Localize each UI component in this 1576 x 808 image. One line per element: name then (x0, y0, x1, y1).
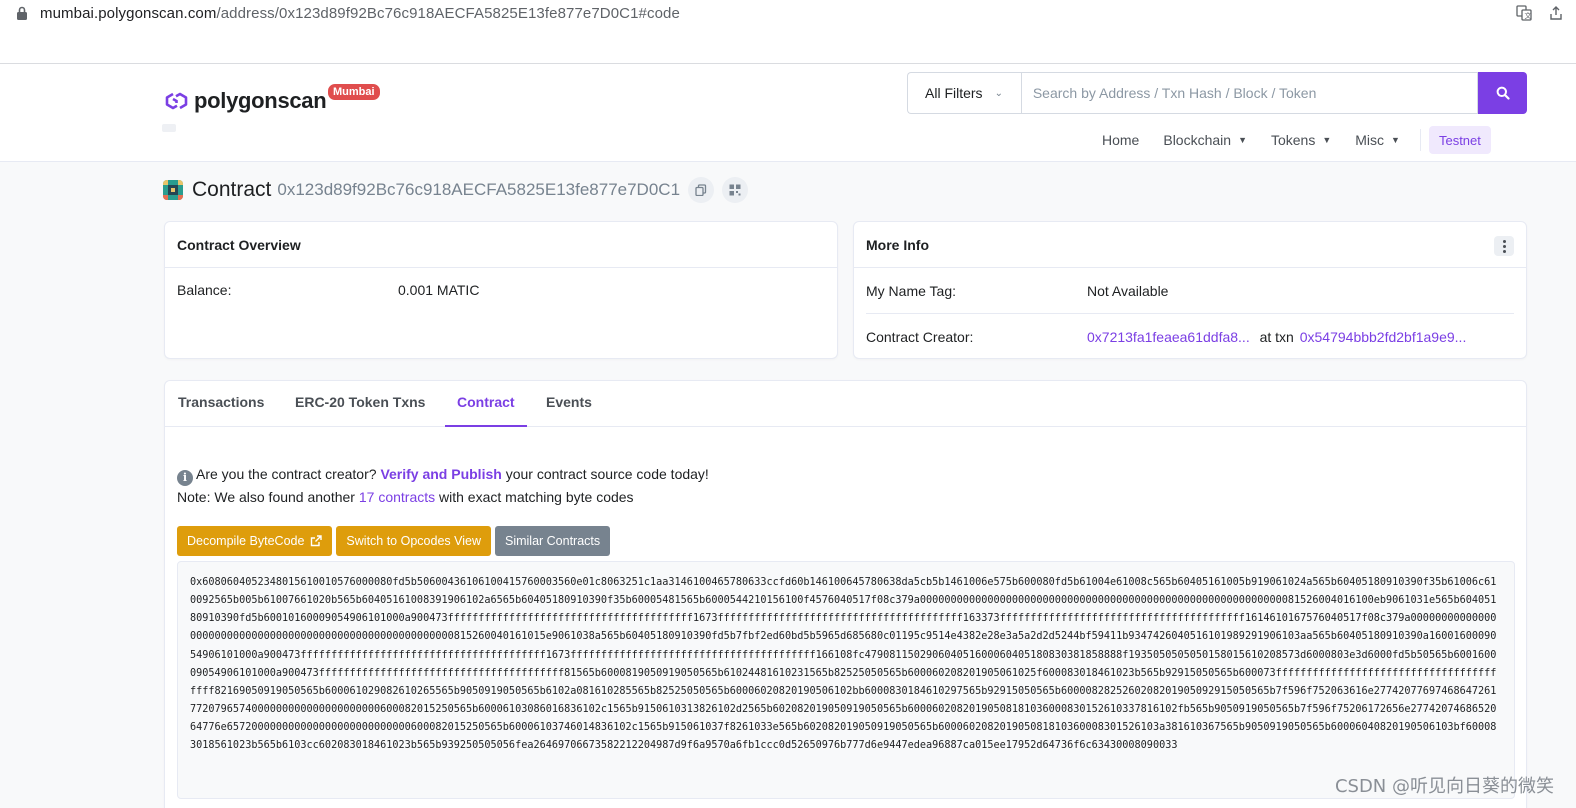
name-tag-label: My Name Tag: (866, 283, 956, 299)
nav-tokens-label: Tokens (1270, 132, 1316, 148)
note-prefix: Note: We also found another (177, 489, 355, 505)
more-info-title: More Info (854, 222, 1526, 268)
tabs-card: Transactions ERC-20 Token Txns Contract … (164, 380, 1527, 808)
main-nav: Home Blockchain ▼ Tokens ▼ Misc ▼ Testnet (1090, 126, 1491, 154)
creator-txn-link[interactable]: 0x54794bbb2fd2bf1a9e9... (1300, 329, 1467, 345)
bytecode-actions: Decompile ByteCode Switch to Opcodes Vie… (177, 526, 611, 556)
nav-divider (1419, 129, 1421, 151)
chevron-down-icon: ▼ (1391, 135, 1400, 145)
chevron-down-icon: ▼ (1238, 135, 1247, 145)
matching-contracts-note: Note: We also found another 17 contracts… (177, 486, 709, 508)
at-txn-label: at txn (1259, 329, 1294, 345)
nav-home-label: Home (1102, 132, 1140, 148)
matching-contracts-link[interactable]: 17 contracts (359, 489, 435, 505)
qr-code-icon (729, 184, 741, 196)
search-filter-label: All Filters (925, 85, 983, 101)
site-header: polygonscan Mumbai All Filters ⌄ Home Bl… (0, 64, 1576, 162)
more-info-card: More Info My Name Tag: Not Available Con… (853, 221, 1527, 359)
copy-icon (695, 184, 707, 196)
bytecode-textarea[interactable]: 0x6080604052348015610010576000080fd5b506… (177, 561, 1515, 799)
browser-url[interactable]: mumbai.polygonscan.com/address/0x123d89f… (40, 5, 680, 22)
more-options-icon[interactable] (1494, 236, 1514, 256)
contract-overview-title: Contract Overview (165, 222, 837, 268)
nav-misc[interactable]: Misc ▼ (1343, 126, 1412, 154)
network-badge: Mumbai (327, 83, 381, 101)
browser-address-bar[interactable]: mumbai.polygonscan.com/address/0x123d89f… (0, 0, 1576, 28)
translate-icon[interactable]: 文 (1515, 5, 1533, 23)
logo-placeholder (162, 124, 176, 132)
contract-address: 0x123d89f92Bc76c918AECFA5825E13fe877e7D0… (277, 180, 681, 199)
chevron-down-icon: ▼ (1322, 135, 1332, 145)
search-button[interactable] (1478, 72, 1528, 114)
verify-question: Are you the contract creator? (196, 466, 377, 482)
contract-creator-row: 0x7213fa1feaea61ddfa8... at txn 0x54794b… (1087, 329, 1466, 345)
search-icon (1496, 86, 1510, 100)
search-filter-dropdown[interactable]: All Filters ⌄ (907, 72, 1021, 114)
page-title: Contract 0x123d89f92Bc76c918AECFA5825E13… (163, 175, 749, 205)
tab-bar: Transactions ERC-20 Token Txns Contract … (165, 381, 1526, 427)
similar-contracts-button[interactable]: Similar Contracts (494, 526, 611, 556)
search-bar: All Filters ⌄ (907, 72, 1528, 114)
lock-icon (17, 6, 27, 20)
decompile-bytecode-button[interactable]: Decompile ByteCode (177, 526, 333, 556)
contract-creator-label: Contract Creator: (866, 329, 974, 345)
polygon-logo-icon (165, 92, 188, 110)
site-logo[interactable]: polygonscan Mumbai (163, 83, 381, 116)
chevron-down-icon: ⌄ (994, 87, 1003, 99)
creator-address-link[interactable]: 0x7213fa1feaea61ddfa8... (1087, 329, 1250, 345)
info-icon: i (177, 470, 193, 486)
svg-text:文: 文 (1525, 11, 1532, 20)
verify-notice: i Are you the contract creator? Verify an… (177, 463, 709, 508)
copy-address-button[interactable] (688, 177, 715, 203)
verify-suffix: your contract source code today! (505, 466, 709, 482)
browser-toolstrip (0, 28, 1576, 64)
contract-overview-card: Contract Overview Balance: 0.001 MATIC (164, 221, 838, 359)
url-host: mumbai.polygonscan.com (40, 5, 217, 22)
csdn-watermark: CSDN @听见向日葵的微笑 (1334, 776, 1554, 797)
switch-to-opcodes-button[interactable]: Switch to Opcodes View (336, 526, 491, 556)
nav-home[interactable]: Home (1090, 126, 1151, 154)
tab-events[interactable]: Events (534, 381, 604, 427)
page-title-label: Contract (192, 178, 272, 201)
contract-avatar-icon (163, 180, 183, 200)
balance-label: Balance: (177, 282, 232, 298)
decompile-bytecode-label: Decompile ByteCode (187, 534, 305, 548)
row-divider (866, 313, 1514, 314)
verify-notice-line: i Are you the contract creator? Verify an… (177, 463, 709, 486)
external-link-icon (311, 535, 323, 547)
network-switch-button[interactable]: Testnet (1428, 126, 1491, 154)
note-suffix: with exact matching byte codes (439, 489, 634, 505)
nav-misc-label: Misc (1355, 132, 1385, 148)
tab-contract[interactable]: Contract (445, 381, 527, 427)
tab-transactions[interactable]: Transactions (166, 381, 276, 427)
nav-blockchain-label: Blockchain (1163, 132, 1232, 148)
logo-text: polygonscan (194, 88, 327, 113)
tab-erc20-token-txns[interactable]: ERC-20 Token Txns (283, 381, 437, 427)
balance-value: 0.001 MATIC (398, 282, 480, 298)
url-path: /address/0x123d89f92Bc76c918AECFA5825E13… (216, 5, 680, 22)
share-icon[interactable] (1547, 5, 1565, 23)
verify-and-publish-link[interactable]: Verify and Publish (380, 466, 501, 482)
search-input[interactable] (1020, 72, 1479, 114)
nav-blockchain[interactable]: Blockchain ▼ (1151, 126, 1259, 154)
nav-tokens[interactable]: Tokens ▼ (1259, 126, 1343, 154)
qr-code-button[interactable] (722, 177, 749, 203)
name-tag-value: Not Available (1087, 283, 1169, 299)
